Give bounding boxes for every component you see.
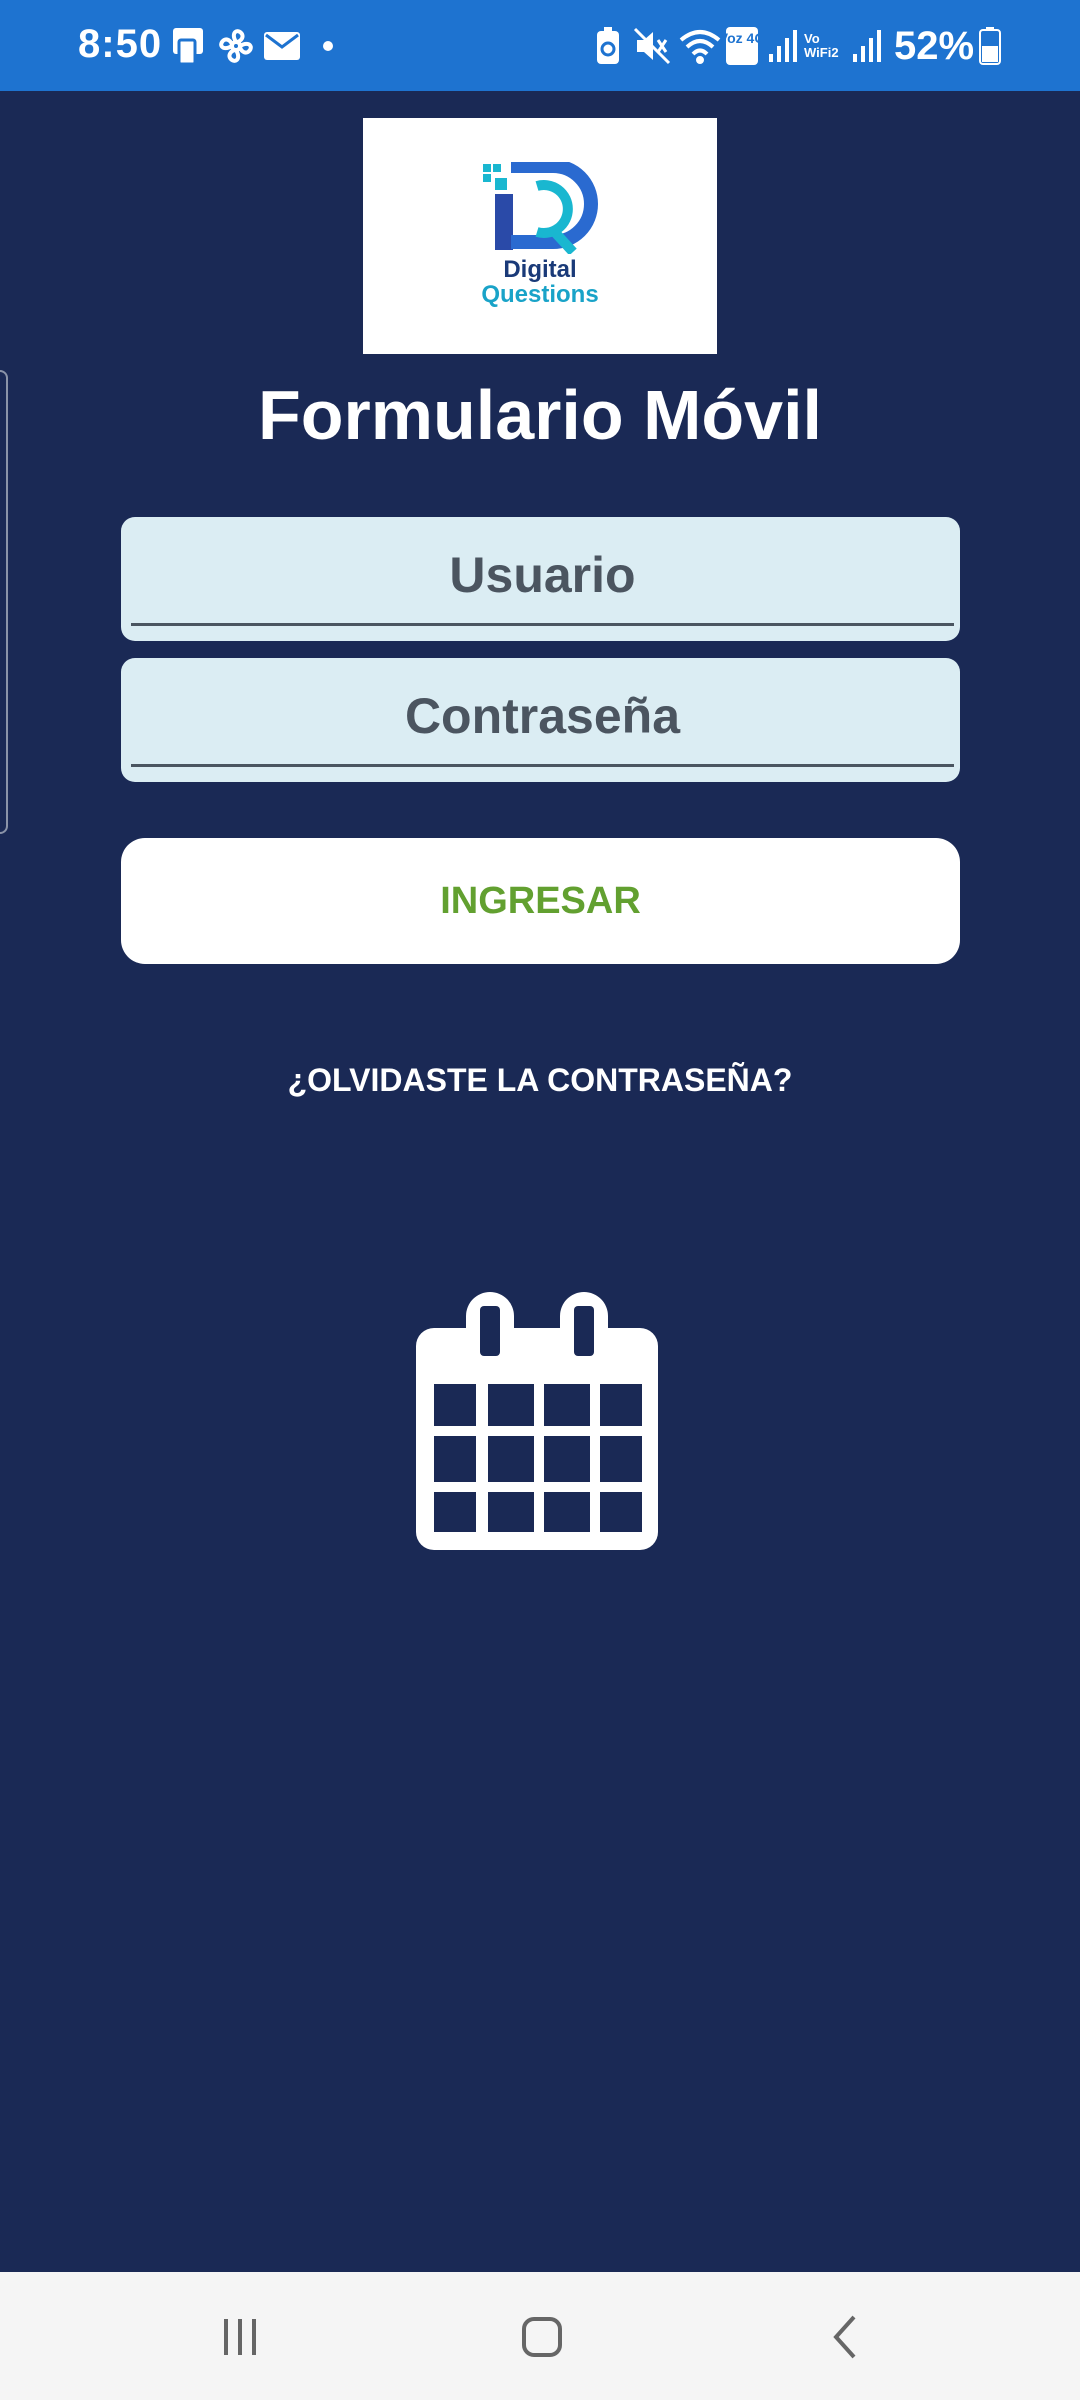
back-icon[interactable] <box>806 2302 886 2372</box>
home-icon[interactable] <box>502 2302 582 2372</box>
wifi-icon <box>678 24 722 68</box>
forgot-password-link[interactable]: ¿OLVIDASTE LA CONTRASEÑA? <box>0 1062 1080 1099</box>
battery-icon <box>978 24 1002 68</box>
signal-icon <box>850 24 886 68</box>
app-logo: Digital Questions <box>363 118 717 354</box>
wifi-calling-label: Vo WiFi2 <box>804 31 839 60</box>
mail-icon <box>262 24 302 68</box>
device-icon <box>168 24 208 68</box>
logo-mark-icon <box>483 162 598 254</box>
battery-percent: 52% <box>894 24 975 68</box>
password-input[interactable] <box>131 668 954 767</box>
recent-apps-icon[interactable] <box>200 2302 280 2372</box>
username-input[interactable] <box>131 527 954 626</box>
navigation-bar <box>0 2272 1080 2400</box>
username-field <box>121 517 960 641</box>
status-bar: 8:50 Voz 4G Vo WiFi2 52% <box>0 0 1080 91</box>
logo-text-questions: Questions <box>481 281 599 308</box>
volte-label: Voz 4G <box>725 30 761 46</box>
calendar-icon <box>416 1292 658 1550</box>
mute-icon <box>632 24 672 68</box>
battery-saver-icon <box>592 24 624 68</box>
logo-text-digital: Digital <box>503 256 577 283</box>
status-time: 8:50 <box>78 22 163 66</box>
signal-icon <box>766 24 802 68</box>
password-field <box>121 658 960 782</box>
volte-4g-icon: Voz 4G <box>724 24 762 68</box>
page-title: Formulario Móvil <box>258 376 822 454</box>
fan-icon <box>214 24 258 68</box>
dot-icon <box>318 24 338 68</box>
wifi-calling-icon: Vo WiFi2 <box>804 24 846 68</box>
login-button[interactable]: INGRESAR <box>121 838 960 964</box>
